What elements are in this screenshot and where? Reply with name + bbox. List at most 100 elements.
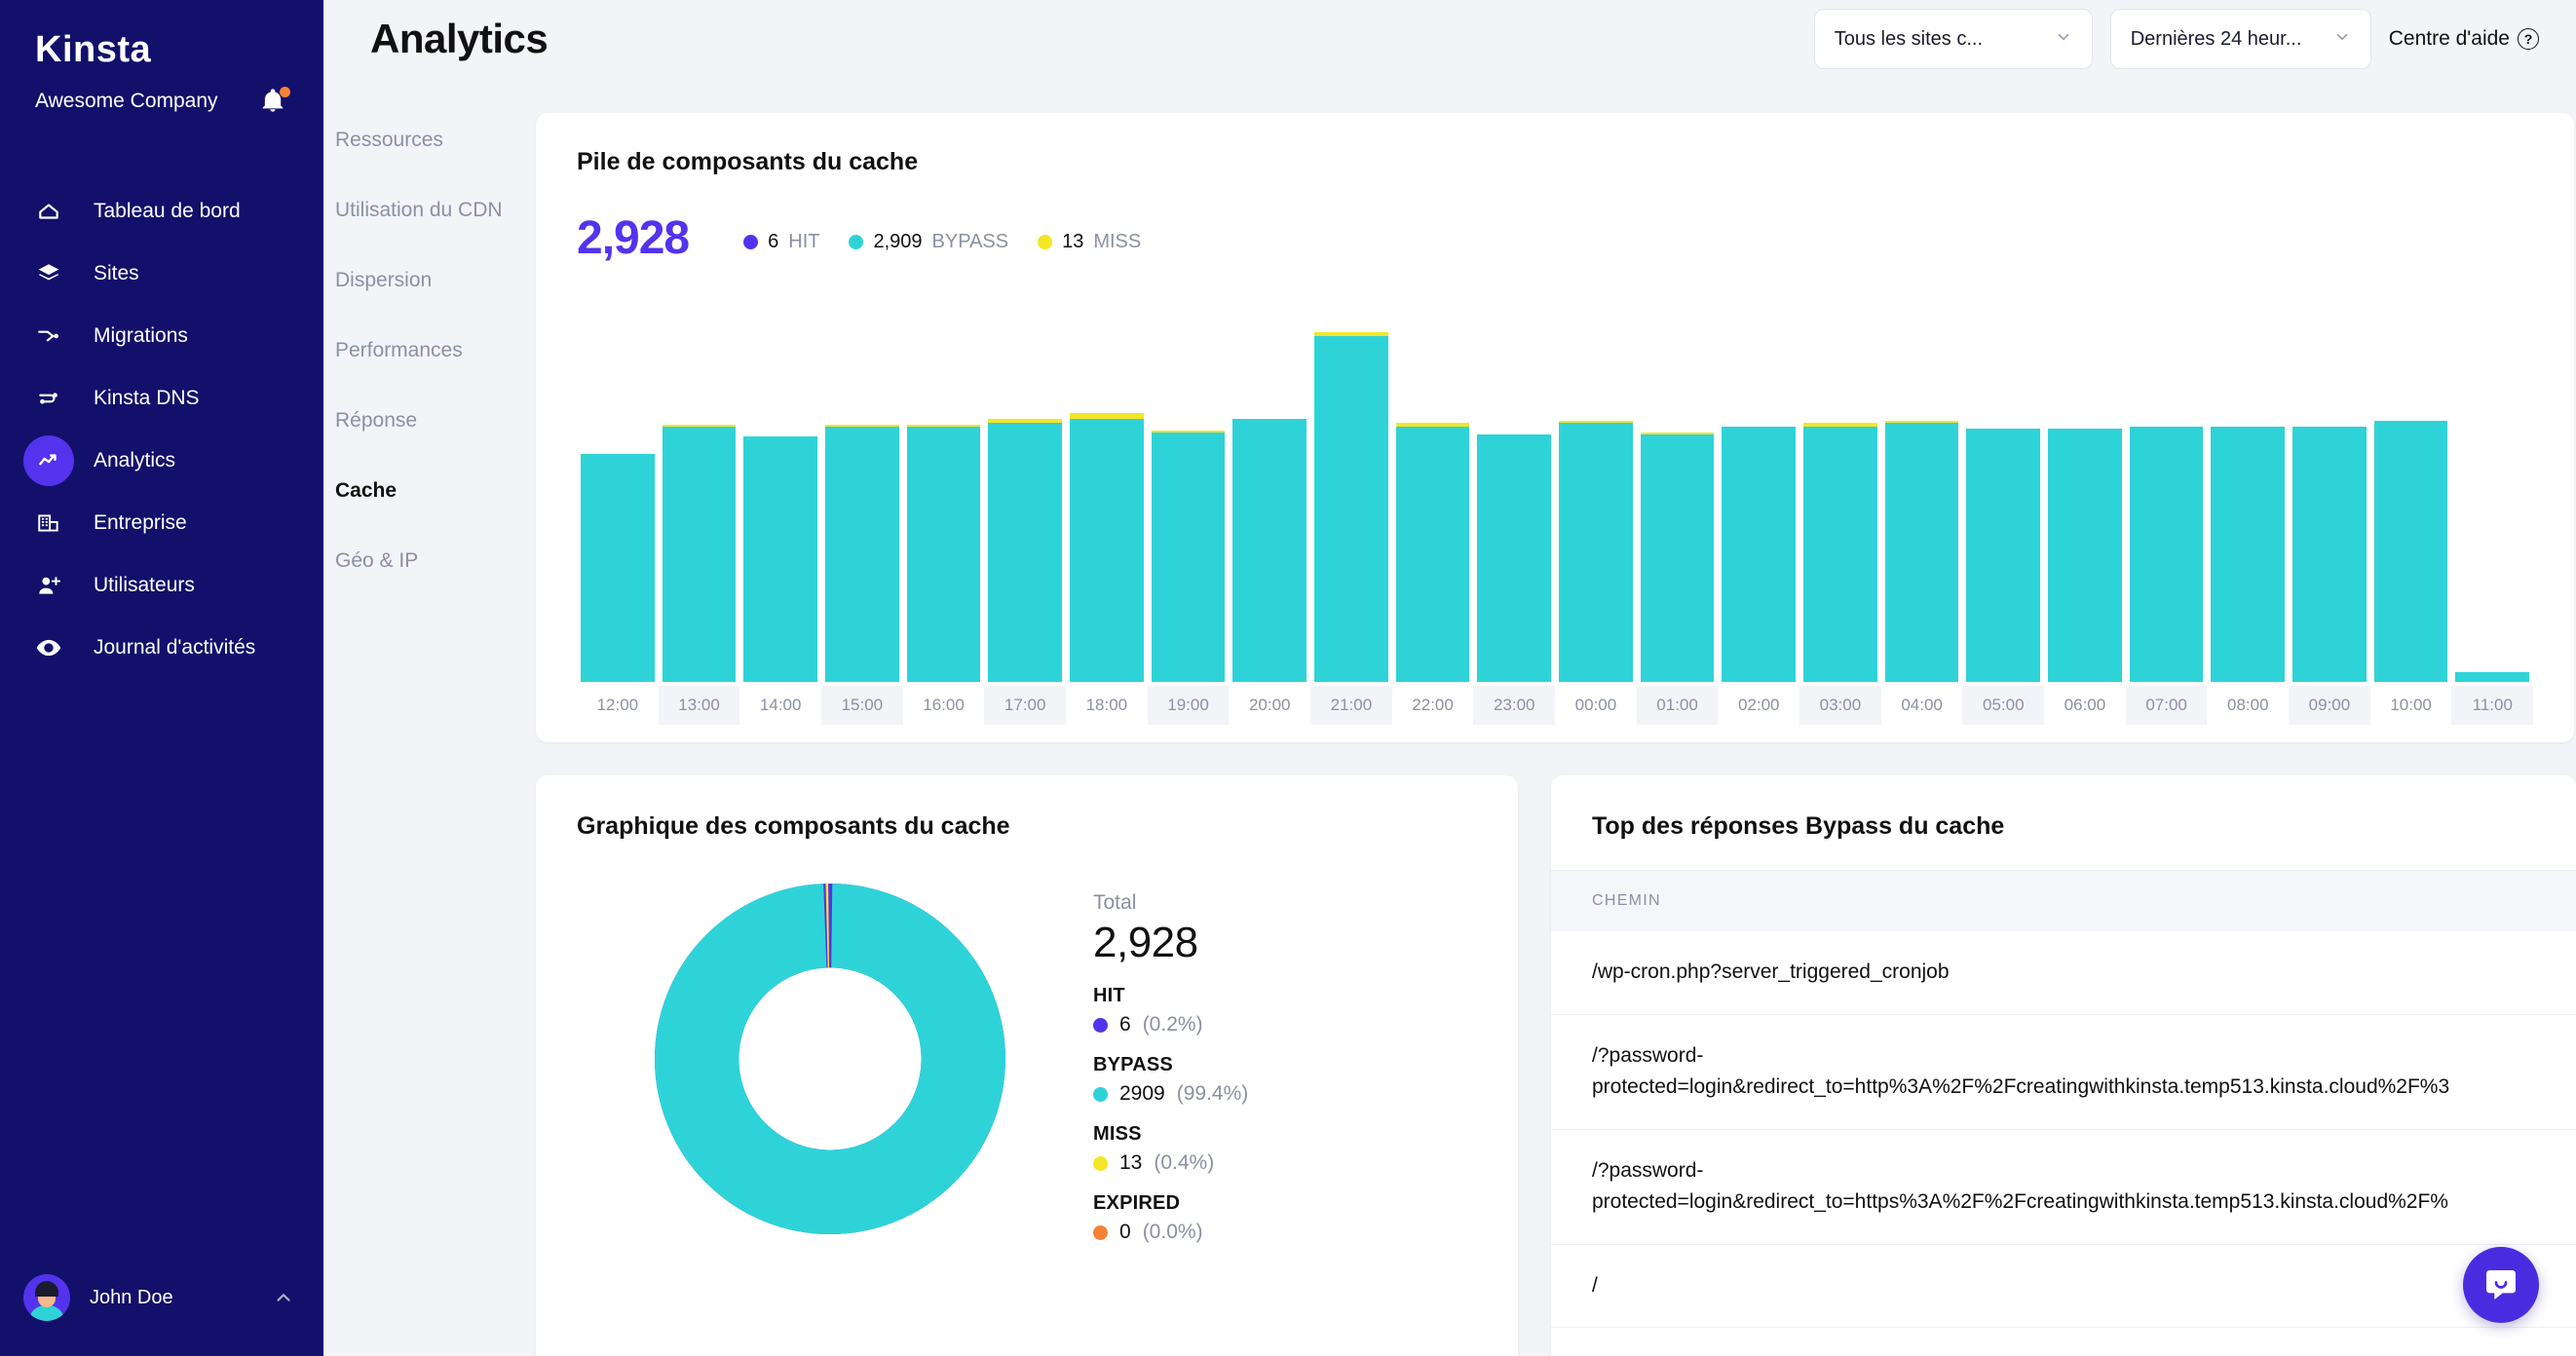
bar-column[interactable]: [2126, 298, 2208, 682]
bar-column[interactable]: [1799, 298, 1881, 682]
subnav-item-reponse[interactable]: Réponse: [335, 396, 536, 446]
bar-column[interactable]: [1881, 298, 1963, 682]
sidebar-item-migrations[interactable]: Migrations: [0, 305, 323, 367]
site-filter-value: Tous les sites c...: [1835, 28, 1983, 51]
legend-dot-bypass: [849, 235, 863, 249]
subnav-item-ressources[interactable]: Ressources: [335, 115, 536, 166]
stack-legend: 6 HIT 2,909 BYPASS 13 MISS: [743, 231, 1141, 265]
x-axis-label: 15:00: [821, 686, 903, 725]
bar-column[interactable]: [1555, 298, 1637, 682]
bar-column[interactable]: [2370, 298, 2452, 682]
date-range-select[interactable]: Dernières 24 heur...: [2110, 9, 2371, 69]
bar-column[interactable]: [1310, 298, 1392, 682]
sidebar-item-tableau-de-bord[interactable]: Tableau de bord: [0, 180, 323, 243]
x-axis-label: 23:00: [1473, 686, 1555, 725]
bar-column[interactable]: [2044, 298, 2126, 682]
bar-column[interactable]: [2207, 298, 2289, 682]
sidebar-item-label: Kinsta DNS: [94, 387, 200, 410]
bar-column[interactable]: [1718, 298, 1799, 682]
layers-icon: [23, 248, 74, 299]
bar-column[interactable]: [739, 298, 821, 682]
table-row[interactable]: /: [1551, 1245, 2576, 1329]
x-axis-label: 19:00: [1148, 686, 1230, 725]
topbar: Analytics Tous les sites c... Dernières …: [323, 0, 2576, 78]
bar-column[interactable]: [577, 298, 659, 682]
dns-icon: [23, 373, 74, 424]
legend-key-bypass: BYPASS: [932, 231, 1009, 253]
sidebar-item-kinsta-dns[interactable]: Kinsta DNS: [0, 367, 323, 430]
x-axis-label: 06:00: [2044, 686, 2126, 725]
bar-column[interactable]: [1066, 298, 1148, 682]
x-axis-label: 12:00: [577, 686, 659, 725]
card-title: Top des réponses Bypass du cache: [1592, 812, 2535, 841]
bar-column[interactable]: [903, 298, 985, 682]
subnav-item-geo-ip[interactable]: Géo & IP: [335, 536, 536, 586]
sidebar-item-label: Sites: [94, 262, 139, 285]
x-axis-label: 00:00: [1555, 686, 1637, 725]
content-area: Ressources Utilisation du CDN Dispersion…: [323, 78, 2576, 1356]
help-center-label: Centre d'aide: [2389, 27, 2510, 51]
subnav-item-performances[interactable]: Performances: [335, 325, 536, 376]
subnav-item-dispersion[interactable]: Dispersion: [335, 255, 536, 306]
user-menu[interactable]: John Doe: [0, 1274, 323, 1321]
legend-dot-hit: [743, 235, 758, 249]
sidebar: Kinsta Awesome Company Tableau de bord: [0, 0, 323, 1356]
bar-segment-bypass: [2211, 427, 2285, 682]
bar-column[interactable]: [2289, 298, 2370, 682]
bar-segment-bypass: [1641, 434, 1715, 682]
top-bypass-responses-card: Top des réponses Bypass du cache CHEMIN …: [1551, 775, 2576, 1356]
bar-column[interactable]: [659, 298, 740, 682]
bar-column[interactable]: [1148, 298, 1230, 682]
bar-column[interactable]: [1962, 298, 2044, 682]
x-axis-label: 17:00: [984, 686, 1066, 725]
bar-column[interactable]: [1473, 298, 1555, 682]
chat-support-button[interactable]: [2463, 1247, 2539, 1323]
donut-total-label: Total: [1093, 891, 1248, 915]
chevron-up-icon[interactable]: [273, 1287, 294, 1308]
donut-body: Total 2,928 HIT 6 (0.2%): [577, 874, 1477, 1244]
bar-column[interactable]: [2451, 298, 2533, 682]
panels: Pile de composants du cache 2,928 6 HIT: [536, 78, 2576, 1356]
bar-column[interactable]: [1392, 298, 1474, 682]
bar-column[interactable]: [1637, 298, 1719, 682]
bar-column[interactable]: [984, 298, 1066, 682]
company-name: Awesome Company: [35, 90, 218, 113]
site-filter-select[interactable]: Tous les sites c...: [1814, 9, 2093, 69]
subnav-item-cache[interactable]: Cache: [335, 466, 536, 516]
legend-value-hit: 6: [768, 231, 778, 253]
bar-column[interactable]: [1229, 298, 1310, 682]
sidebar-item-journal-activites[interactable]: Journal d'activités: [0, 617, 323, 679]
top-card-head: Top des réponses Bypass du cache: [1551, 775, 2576, 870]
card-title: Graphique des composants du cache: [577, 812, 1477, 841]
sidebar-item-entreprise[interactable]: Entreprise: [0, 492, 323, 554]
stack-total-value: 2,928: [577, 211, 689, 265]
donut-value: 0: [1119, 1221, 1131, 1244]
x-axis-label: 10:00: [2370, 686, 2452, 725]
sidebar-item-utilisateurs[interactable]: Utilisateurs: [0, 554, 323, 617]
donut-percent: (0.4%): [1154, 1151, 1214, 1175]
notifications-button[interactable]: [259, 87, 288, 116]
page-title: Analytics: [370, 16, 548, 62]
analytics-subnav: Ressources Utilisation du CDN Dispersion…: [323, 78, 536, 1356]
x-axis-label: 21:00: [1310, 686, 1392, 725]
bar-segment-bypass: [825, 427, 899, 682]
help-center-link[interactable]: Centre d'aide ?: [2389, 27, 2545, 51]
donut-legend-name: EXPIRED: [1093, 1192, 1248, 1215]
bar-segment-bypass: [2048, 429, 2122, 682]
bar-column[interactable]: [821, 298, 903, 682]
subnav-item-utilisation-du-cdn[interactable]: Utilisation du CDN: [335, 185, 536, 236]
legend-item-hit: 6 HIT: [743, 231, 819, 253]
bar-segment-bypass: [2455, 672, 2529, 682]
x-axis-label: 20:00: [1229, 686, 1310, 725]
bar-segment-bypass: [1966, 429, 2040, 682]
sidebar-item-analytics[interactable]: Analytics: [0, 430, 323, 492]
chevron-down-icon: [2333, 28, 2351, 51]
donut-legend-bypass: BYPASS 2909 (99.4%): [1093, 1054, 1248, 1106]
bar-segment-bypass: [2130, 427, 2204, 682]
sidebar-item-sites[interactable]: Sites: [0, 243, 323, 305]
table-row[interactable]: /?password-protected=login&redirect_to=h…: [1551, 1015, 2576, 1130]
table-row[interactable]: /wp-cron.php?server_triggered_cronjob: [1551, 931, 2576, 1015]
donut-percent: (99.4%): [1177, 1082, 1249, 1106]
table-row[interactable]: /?password-protected=login&redirect_to=h…: [1551, 1130, 2576, 1245]
donut-legend: Total 2,928 HIT 6 (0.2%): [1083, 874, 1248, 1244]
